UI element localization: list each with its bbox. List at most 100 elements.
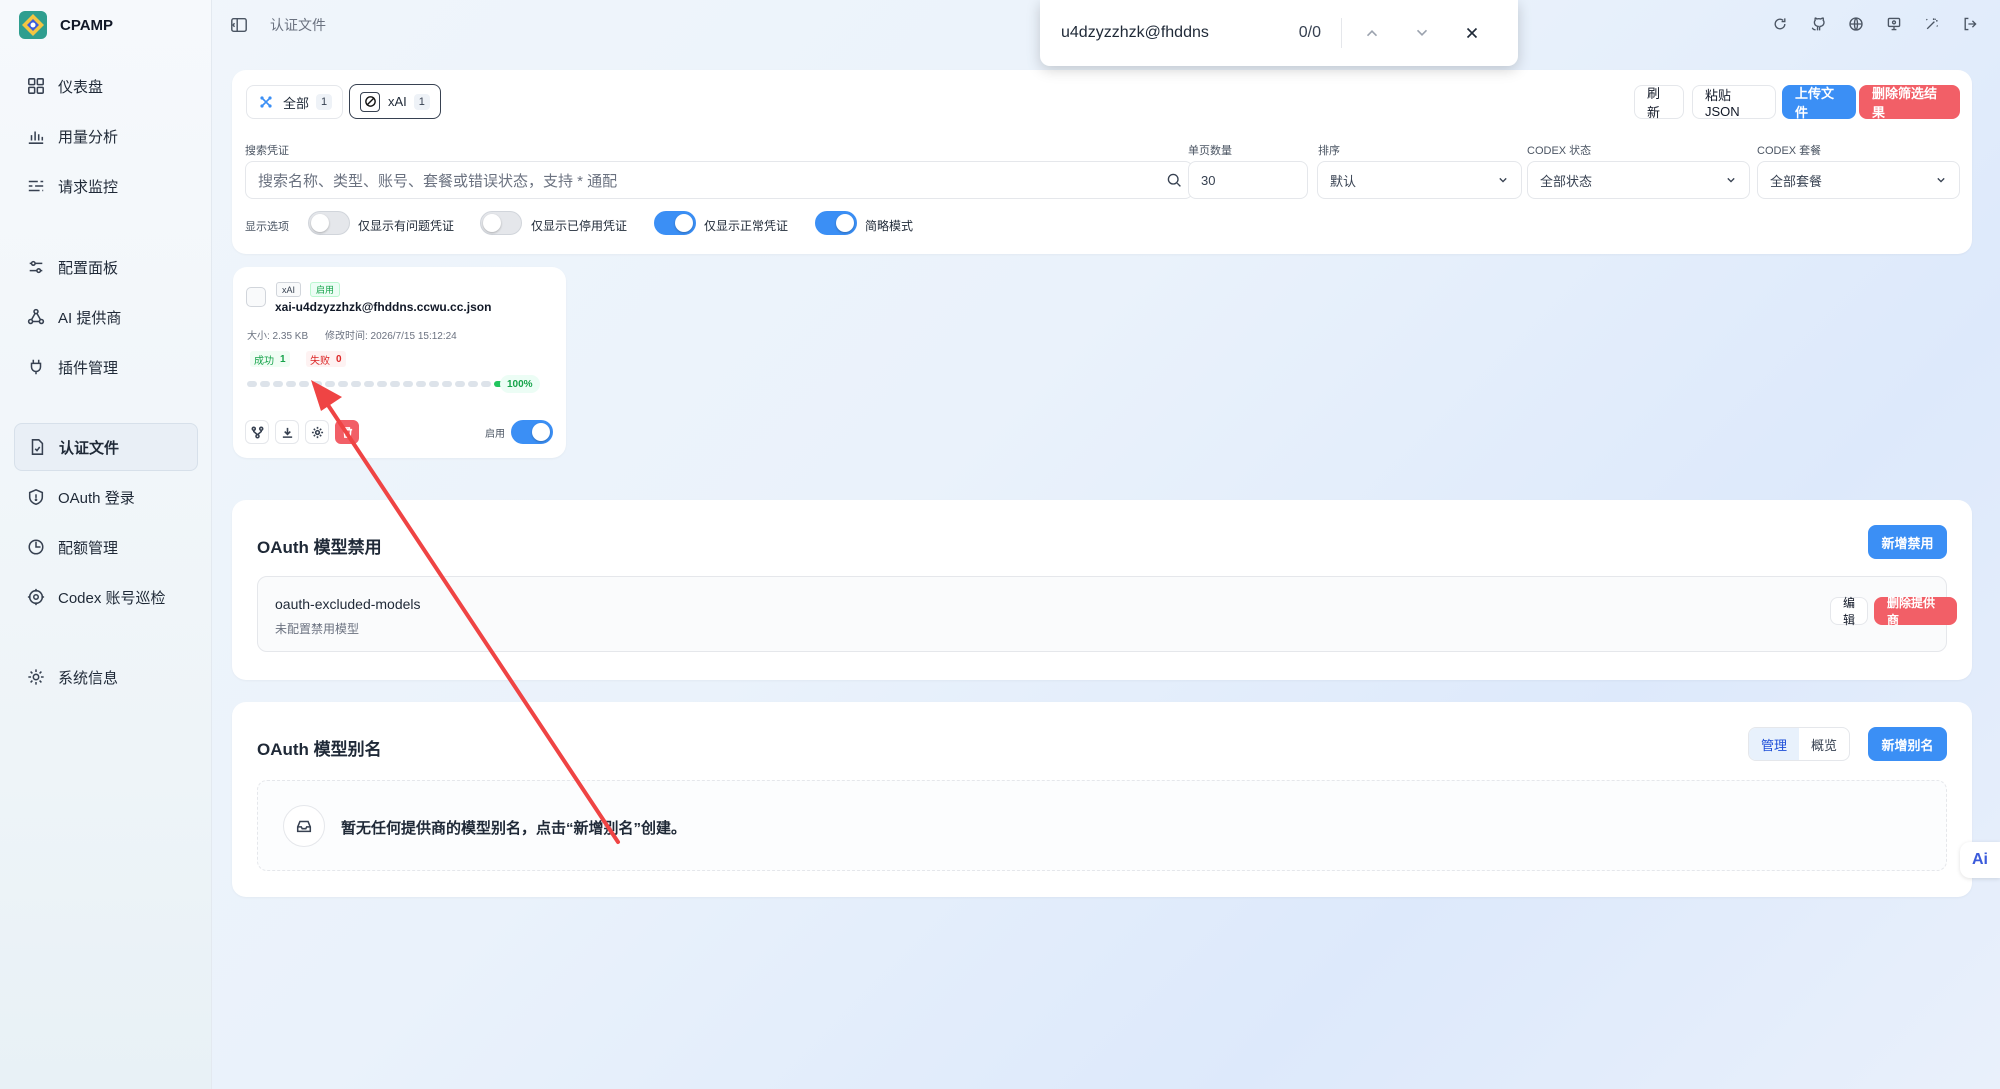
sidebar-item-label: 仪表盘: [58, 78, 104, 96]
health-segment: [442, 381, 452, 387]
sidebar-item-monitor[interactable]: 请求监控: [14, 162, 198, 210]
toggle-compact-mode[interactable]: [815, 211, 857, 235]
toggle-normal-only[interactable]: [654, 211, 696, 235]
sidebar-item-oauth-login[interactable]: OAuth 登录: [14, 473, 198, 521]
sidebar-item-label: 插件管理: [58, 359, 119, 377]
edit-button[interactable]: 编辑: [1830, 596, 1868, 627]
refresh-icon[interactable]: [1770, 14, 1790, 34]
sidebar-toggle-icon[interactable]: [228, 14, 250, 36]
sidebar-item-config[interactable]: 配置面板: [14, 243, 198, 291]
add-exclusion-button[interactable]: 新增禁用: [1868, 525, 1947, 559]
tab-manage[interactable]: 管理: [1749, 728, 1800, 760]
credential-card: xAI 启用 xai-u4dzyzzhzk@fhddns.ccwu.cc.jso…: [233, 267, 566, 458]
alias-empty-state: 暂无任何提供商的模型别名，点击“新增别名”创建。: [257, 780, 1947, 871]
magic-wand-icon[interactable]: [1922, 14, 1942, 34]
pie-icon: [26, 537, 46, 557]
close-icon[interactable]: [1452, 13, 1492, 53]
download-icon: [282, 427, 292, 438]
credential-size: 大小: 2.35 KB: [247, 331, 309, 342]
sidebar-item-label: 用量分析: [58, 128, 119, 146]
sidebar-item-system-info[interactable]: 系统信息: [14, 653, 198, 701]
credential-checkbox[interactable]: [246, 287, 266, 307]
chip-count: 1: [316, 94, 333, 110]
ai-assistant-button[interactable]: Ai: [1960, 842, 2000, 878]
page-size-label: 单页数量: [1188, 145, 1232, 157]
toggle-problem-only[interactable]: [308, 211, 350, 235]
fail-stat: 失败 0: [306, 351, 346, 367]
health-segment: [429, 381, 439, 387]
xai-logo-icon: [360, 91, 380, 112]
health-segment: [390, 381, 400, 387]
logout-icon[interactable]: [1960, 14, 1980, 34]
codex-plan-value: 全部套餐: [1770, 173, 1823, 189]
health-segment: [351, 381, 361, 387]
chip-count: 1: [413, 93, 430, 110]
paste-json-button[interactable]: 粘贴 JSON: [1692, 85, 1776, 119]
settings-button[interactable]: [305, 420, 329, 444]
refresh-button[interactable]: 刷新: [1634, 85, 1684, 120]
github-icon[interactable]: [1808, 14, 1828, 34]
health-segment: [364, 381, 374, 387]
sidebar-item-label: 请求监控: [58, 178, 119, 196]
codex-status-value: 全部状态: [1540, 173, 1593, 189]
globe-icon[interactable]: [1846, 14, 1866, 34]
filter-chip-xai[interactable]: xAI 1: [349, 84, 441, 119]
sidebar-item-ai-provider[interactable]: AI 提供商: [14, 293, 198, 341]
target-icon: [26, 587, 46, 607]
page-size-input[interactable]: 30: [1188, 161, 1308, 199]
add-alias-button[interactable]: 新增别名: [1868, 727, 1947, 761]
health-segment: [455, 381, 465, 387]
model-list-button[interactable]: [245, 420, 269, 444]
branch-icon: [251, 426, 263, 438]
sort-select[interactable]: 默认: [1317, 161, 1522, 199]
search-placeholder: 搜索名称、类型、账号、套餐或错误状态，支持 * 通配: [258, 172, 618, 190]
app-logo-icon: [19, 11, 47, 39]
search-input[interactable]: 搜索名称、类型、账号、套餐或错误状态，支持 * 通配: [245, 161, 1193, 199]
presentation-icon[interactable]: [1884, 14, 1904, 34]
credential-modified: 修改时间: 2026/7/15 15:12:24: [325, 331, 457, 342]
find-next-icon[interactable]: [1402, 13, 1442, 53]
brand[interactable]: CPAMP: [0, 0, 211, 50]
filter-chip-all[interactable]: 全部 1: [246, 85, 344, 119]
enable-label: 启用: [485, 429, 505, 440]
delete-filtered-button[interactable]: 删除筛选结果: [1859, 85, 1960, 120]
find-input[interactable]: u4dzyzzhzk@fhddns: [1061, 24, 1241, 42]
upload-file-button[interactable]: 上传文件: [1782, 85, 1856, 120]
sidebar-item-plugins[interactable]: 插件管理: [14, 343, 198, 391]
section-title: OAuth 模型禁用: [257, 538, 382, 557]
delete-button[interactable]: [335, 420, 359, 444]
health-segment: [299, 381, 309, 387]
download-button[interactable]: [275, 420, 299, 444]
codex-plan-select[interactable]: 全部套餐: [1757, 161, 1960, 199]
sort-value: 默认: [1330, 173, 1357, 189]
sidebar: CPAMP 仪表盘 用量分析 请求监控 配置面板 AI 提供商 插件管理 认证文…: [0, 0, 212, 1089]
tab-overview[interactable]: 概览: [1799, 728, 1849, 760]
sidebar-item-label: AI 提供商: [58, 309, 122, 327]
health-segment: [273, 381, 283, 387]
sidebar-item-codex-inspection[interactable]: Codex 账号巡检: [14, 573, 198, 621]
delete-provider-button[interactable]: 删除提供商: [1874, 596, 1957, 627]
health-segment: [416, 381, 426, 387]
plug-icon: [26, 357, 46, 377]
fail-label: 失败: [310, 355, 330, 367]
dashboard-icon: [26, 76, 46, 96]
enable-toggle[interactable]: [511, 420, 553, 444]
health-segment: [468, 381, 478, 387]
chevron-down-icon: [1495, 172, 1511, 191]
sidebar-item-label: 配额管理: [58, 539, 119, 557]
bar-chart-icon: [26, 126, 46, 146]
sidebar-item-quota[interactable]: 配额管理: [14, 523, 198, 571]
fail-count: 0: [336, 353, 342, 365]
search-icon: [1166, 172, 1182, 192]
codex-status-select[interactable]: 全部状态: [1527, 161, 1750, 199]
sidebar-item-auth-files[interactable]: 认证文件: [14, 423, 198, 471]
chevron-down-icon: [1933, 172, 1949, 191]
find-previous-icon[interactable]: [1352, 13, 1392, 53]
toggle-disabled-only[interactable]: [480, 211, 522, 235]
empty-state-text: 暂无任何提供商的模型别名，点击“新增别名”创建。: [341, 820, 687, 837]
health-segment: [325, 381, 335, 387]
trash-icon: [342, 426, 352, 438]
sidebar-item-usage[interactable]: 用量分析: [14, 112, 198, 160]
sidebar-item-label: Codex 账号巡检: [58, 589, 166, 607]
sidebar-item-dashboard[interactable]: 仪表盘: [14, 62, 198, 110]
